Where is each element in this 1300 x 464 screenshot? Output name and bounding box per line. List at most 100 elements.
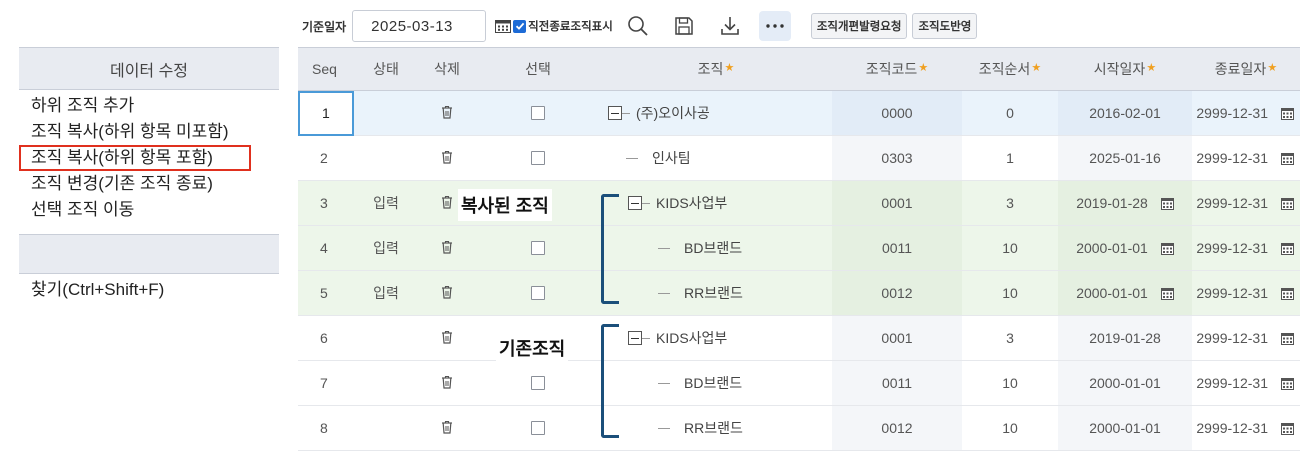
cell-org-code[interactable]: 0012 [832,406,962,450]
trash-icon[interactable] [441,375,453,392]
menu-item-find[interactable]: 찾기(Ctrl+Shift+F) [19,277,279,303]
collapse-icon[interactable] [628,196,642,210]
trash-icon[interactable] [441,420,453,437]
save-icon[interactable] [671,13,697,39]
cell-org[interactable]: BD브랜드 [600,226,832,270]
cell-start-date[interactable]: 2019-01-28 [1058,316,1192,360]
col-org-code[interactable]: 조직코드 ★ [832,48,962,90]
trash-icon[interactable] [441,330,453,347]
cell-select[interactable] [476,271,600,315]
cell-select[interactable] [476,91,600,135]
cell-start-date[interactable]: 2016-02-01 [1058,91,1192,135]
delete-icon-cell[interactable] [418,136,476,180]
menu-item-change-org[interactable]: 조직 변경(기존 조직 종료) [19,171,279,197]
cell-org[interactable]: 인사팀 [600,136,832,180]
delete-icon-cell[interactable] [418,271,476,315]
search-icon[interactable] [625,13,651,39]
cell-select[interactable] [476,136,600,180]
cell-end-date[interactable]: 2999-12-31 [1192,316,1300,360]
table-row[interactable]: 4 입력 BD브랜드 0011 10 2000-01-01 2999-12-31 [298,226,1300,271]
table-row[interactable]: 6 KIDS사업부 0001 3 2019-01-28 2999-12-31 [298,316,1300,361]
cell-start-date[interactable]: 2025-01-16 [1058,136,1192,180]
col-org-order[interactable]: 조직순서 ★ [962,48,1058,90]
trash-icon[interactable] [441,195,453,212]
col-end-date[interactable]: 종료일자 ★ [1192,48,1300,90]
cell-org-code[interactable]: 0001 [832,181,962,225]
cell-select[interactable] [476,361,600,405]
collapse-icon[interactable] [628,331,642,345]
cell-org-order[interactable]: 3 [962,181,1058,225]
collapse-icon[interactable] [608,106,622,120]
calendar-icon[interactable] [495,19,512,33]
cell-start-date[interactable]: 2000-01-01 [1058,406,1192,450]
apply-org-chart-button[interactable]: 조직도반영 [912,13,978,39]
table-row[interactable]: 8 RR브랜드 0012 10 2000-01-01 2999-12-31 [298,406,1300,451]
cell-org-code[interactable]: 0001 [832,316,962,360]
reorg-request-button[interactable]: 조직개편발령요청 [810,13,908,39]
calendar-icon[interactable] [1281,287,1294,300]
col-seq[interactable]: Seq [298,48,354,90]
calendar-icon[interactable] [1160,242,1174,255]
cell-start-date[interactable]: 2000-01-01 [1058,271,1192,315]
delete-icon-cell[interactable] [418,91,476,135]
cell-end-date[interactable]: 2999-12-31 [1192,406,1300,450]
select-checkbox[interactable] [531,106,545,120]
cell-org-code[interactable]: 0011 [832,226,962,270]
cell-start-date[interactable]: 2019-01-28 [1058,181,1192,225]
delete-icon-cell[interactable] [418,316,476,360]
cell-org-code[interactable]: 0000 [832,91,962,135]
table-row[interactable]: 7 BD브랜드 0011 10 2000-01-01 2999-12-31 [298,361,1300,406]
delete-icon-cell[interactable] [418,226,476,270]
cell-start-date[interactable]: 2000-01-01 [1058,361,1192,405]
cell-start-date[interactable]: 2000-01-01 [1058,226,1192,270]
cell-select[interactable] [476,226,600,270]
table-row[interactable]: 2 인사팀 0303 1 2025-01-16 2999-12-31 [298,136,1300,181]
table-row[interactable]: 1 (주)오이사공 0000 0 2016-02-01 2999-12-31 [298,90,1300,136]
col-org[interactable]: 조직 ★ [600,48,832,90]
menu-item-move-org[interactable]: 선택 조직 이동 [19,197,279,223]
calendar-icon[interactable] [1281,422,1294,435]
calendar-icon[interactable] [1281,242,1294,255]
calendar-icon[interactable] [1160,197,1174,210]
cell-end-date[interactable]: 2999-12-31 [1192,226,1300,270]
delete-icon-cell[interactable] [418,361,476,405]
cell-org[interactable]: (주)오이사공 [600,91,832,135]
more-icon[interactable] [758,11,791,41]
calendar-icon[interactable] [1281,377,1294,390]
trash-icon[interactable] [441,285,453,302]
cell-org[interactable]: KIDS사업부 [600,181,832,225]
cell-org-code[interactable]: 0011 [832,361,962,405]
download-icon[interactable] [717,13,743,39]
cell-org-code[interactable]: 0303 [832,136,962,180]
base-date-input[interactable]: 2025-03-13 [352,10,487,42]
table-row[interactable]: 3 입력 KIDS사업부 0001 3 2019-01-28 2999-12-31 [298,181,1300,226]
cell-end-date[interactable]: 2999-12-31 [1192,136,1300,180]
trash-icon[interactable] [441,150,453,167]
col-start-date[interactable]: 시작일자 ★ [1058,48,1192,90]
col-select[interactable]: 선택 [476,48,600,90]
cell-org-code[interactable]: 0012 [832,271,962,315]
calendar-icon[interactable] [1281,332,1294,345]
cell-org[interactable]: KIDS사업부 [600,316,832,360]
cell-org-order[interactable]: 0 [962,91,1058,135]
calendar-icon[interactable] [1281,197,1294,210]
cell-org-order[interactable]: 3 [962,316,1058,360]
cell-org-order[interactable]: 10 [962,226,1058,270]
select-checkbox[interactable] [531,286,545,300]
menu-item-add-sub-org[interactable]: 하위 조직 추가 [19,93,279,119]
col-state[interactable]: 상태 [354,48,418,90]
calendar-icon[interactable] [1281,107,1294,120]
select-checkbox[interactable] [531,421,545,435]
select-checkbox[interactable] [531,376,545,390]
cell-org[interactable]: RR브랜드 [600,406,832,450]
trash-icon[interactable] [441,240,453,257]
calendar-icon[interactable] [1281,152,1294,165]
cell-org-order[interactable]: 10 [962,406,1058,450]
cell-select[interactable] [476,406,600,450]
delete-icon-cell[interactable] [418,406,476,450]
trash-icon[interactable] [441,105,453,122]
select-checkbox[interactable] [531,241,545,255]
select-checkbox[interactable] [531,151,545,165]
cell-org[interactable]: BD브랜드 [600,361,832,405]
show-closed-org-checkbox[interactable] [513,19,527,33]
